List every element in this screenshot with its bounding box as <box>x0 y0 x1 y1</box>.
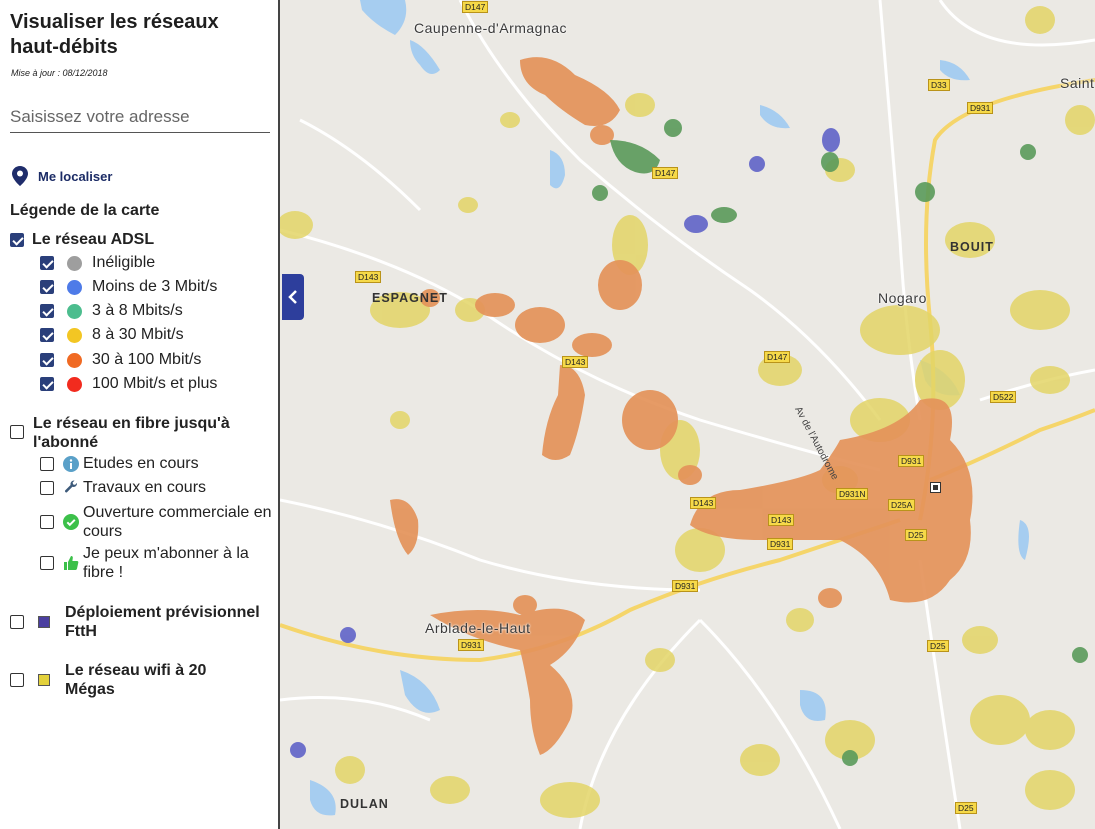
yellow-square-icon <box>38 674 50 686</box>
road-shield-d25-town: D25 <box>905 529 927 541</box>
collapse-sidebar-button[interactable] <box>282 274 304 320</box>
check-circle-icon <box>63 514 79 530</box>
legend-item-30-to-100[interactable]: 30 à 100 Mbit/s <box>40 351 201 369</box>
thumbs-up-icon <box>64 556 79 570</box>
landmark-marker-icon[interactable] <box>930 482 941 493</box>
wifi-group[interactable]: Le réseau wifi à 20 Mégas <box>10 661 235 699</box>
road-shield-d25-bottom: D25 <box>955 802 977 814</box>
place-label-dulan: DULAN <box>340 797 389 811</box>
place-label-nogaro: Nogaro <box>878 290 927 306</box>
fiber-group[interactable]: Le réseau en fibre jusqu'à l'abonné <box>10 414 253 452</box>
map-canvas <box>280 0 1095 829</box>
adsl-label: Le réseau ADSL <box>32 231 155 248</box>
studies-label: Etudes en cours <box>83 455 199 472</box>
road-shield-d147-north: D147 <box>462 1 489 13</box>
address-search-input[interactable] <box>10 102 270 133</box>
legend-item-subscribe[interactable]: Je peux m'abonner à la fibre ! <box>40 544 273 582</box>
place-label-bouit: BOUIT <box>950 240 994 254</box>
works-checkbox[interactable] <box>40 481 54 495</box>
legend-item-8-to-30[interactable]: 8 à 30 Mbit/s <box>40 326 184 344</box>
road-shield-d931-arblade: D931 <box>458 639 485 651</box>
purple-square-icon <box>38 616 50 628</box>
commercial-checkbox[interactable] <box>40 515 54 529</box>
yellow-dot-icon <box>67 327 82 343</box>
100-plus-label: 100 Mbit/s et plus <box>92 375 218 392</box>
locate-me-label: Me localiser <box>38 168 113 184</box>
ineligible-label: Inéligible <box>92 254 156 271</box>
subscribe-checkbox[interactable] <box>40 556 54 570</box>
road-shield-d147-south: D147 <box>764 351 791 363</box>
fiber-label: Le réseau en fibre jusqu'à l'abonné <box>33 415 230 451</box>
orange-dot-icon <box>67 352 82 368</box>
ineligible-checkbox[interactable] <box>40 256 54 270</box>
works-label: Travaux en cours <box>83 479 207 496</box>
legend-item-under-3[interactable]: Moins de 3 Mbit/s <box>40 278 217 296</box>
road-shield-d33: D33 <box>928 79 950 91</box>
100-plus-checkbox[interactable] <box>40 377 54 391</box>
under-3-label: Moins de 3 Mbit/s <box>92 278 218 295</box>
road-shield-d931-west: D931 <box>767 538 794 550</box>
place-label-saint: Saint <box>1060 75 1095 91</box>
road-shield-d931-south: D931 <box>672 580 699 592</box>
teal-dot-icon <box>67 303 82 319</box>
wifi-label: Le réseau wifi à 20 Mégas <box>65 662 207 698</box>
ftth-label: Déploiement prévisionnel FttH <box>65 604 260 640</box>
legend-title: Légende de la carte <box>10 202 160 219</box>
subscribe-label: Je peux m'abonner à la fibre ! <box>83 545 249 581</box>
legend-item-studies[interactable]: Etudes en cours <box>40 455 199 473</box>
road-shield-d931-town: D931 <box>898 455 925 467</box>
place-label-espagnet: ESPAGNET <box>372 291 448 305</box>
road-shield-d522: D522 <box>990 391 1017 403</box>
3-to-8-checkbox[interactable] <box>40 304 54 318</box>
road-shield-d147-mid: D147 <box>652 167 679 179</box>
location-pin-icon <box>12 166 28 186</box>
road-shield-d25-south: D25 <box>927 640 949 652</box>
30-to-100-label: 30 à 100 Mbit/s <box>92 351 202 368</box>
commercial-label: Ouverture commerciale en cours <box>83 504 272 540</box>
road-shield-d143-east: D143 <box>690 497 717 509</box>
road-shield-d931n: D931N <box>836 488 869 500</box>
legend-item-100-plus[interactable]: 100 Mbit/s et plus <box>40 375 217 393</box>
adsl-group[interactable]: Le réseau ADSL <box>10 231 154 249</box>
studies-checkbox[interactable] <box>40 457 54 471</box>
road-shield-d931-north: D931 <box>967 102 994 114</box>
8-to-30-label: 8 à 30 Mbit/s <box>92 326 184 343</box>
gray-dot-icon <box>67 255 82 271</box>
sidebar-panel: Visualiser les réseaux haut-débits Mise … <box>0 0 280 829</box>
adsl-checkbox[interactable] <box>10 233 24 247</box>
wrench-icon <box>64 480 77 493</box>
road-shield-d143-mid: D143 <box>562 356 589 368</box>
fiber-checkbox[interactable] <box>10 425 24 439</box>
ftth-group[interactable]: Déploiement prévisionnel FttH <box>10 603 275 641</box>
blue-dot-icon <box>67 279 82 295</box>
road-shield-d143-town: D143 <box>768 514 795 526</box>
wifi-checkbox[interactable] <box>10 673 24 687</box>
page-title: Visualiser les réseaux haut-débits <box>10 11 219 58</box>
legend-item-ineligible[interactable]: Inéligible <box>40 254 155 272</box>
coverage-map[interactable]: Caupenne-d'Armagnac ESPAGNET Nogaro BOUI… <box>280 0 1095 829</box>
chevron-left-icon <box>288 290 297 304</box>
legend-item-works[interactable]: Travaux en cours <box>40 479 206 497</box>
ftth-checkbox[interactable] <box>10 615 24 629</box>
update-date: Mise à jour : 08/12/2018 <box>11 68 108 78</box>
legend-item-commercial[interactable]: Ouverture commerciale en cours <box>40 503 273 541</box>
place-label-arblade: Arblade-le-Haut <box>425 620 531 636</box>
legend-item-3-to-8[interactable]: 3 à 8 Mbits/s <box>40 302 183 320</box>
under-3-checkbox[interactable] <box>40 280 54 294</box>
3-to-8-label: 3 à 8 Mbits/s <box>92 302 183 319</box>
locate-me-button[interactable]: Me localiser <box>12 166 112 186</box>
road-shield-d143-west: D143 <box>355 271 382 283</box>
road-shield-d25a: D25A <box>888 499 916 511</box>
8-to-30-checkbox[interactable] <box>40 328 54 342</box>
red-dot-icon <box>67 376 82 392</box>
info-icon <box>63 456 79 472</box>
place-label-caupenne: Caupenne-d'Armagnac <box>414 20 568 36</box>
30-to-100-checkbox[interactable] <box>40 353 54 367</box>
